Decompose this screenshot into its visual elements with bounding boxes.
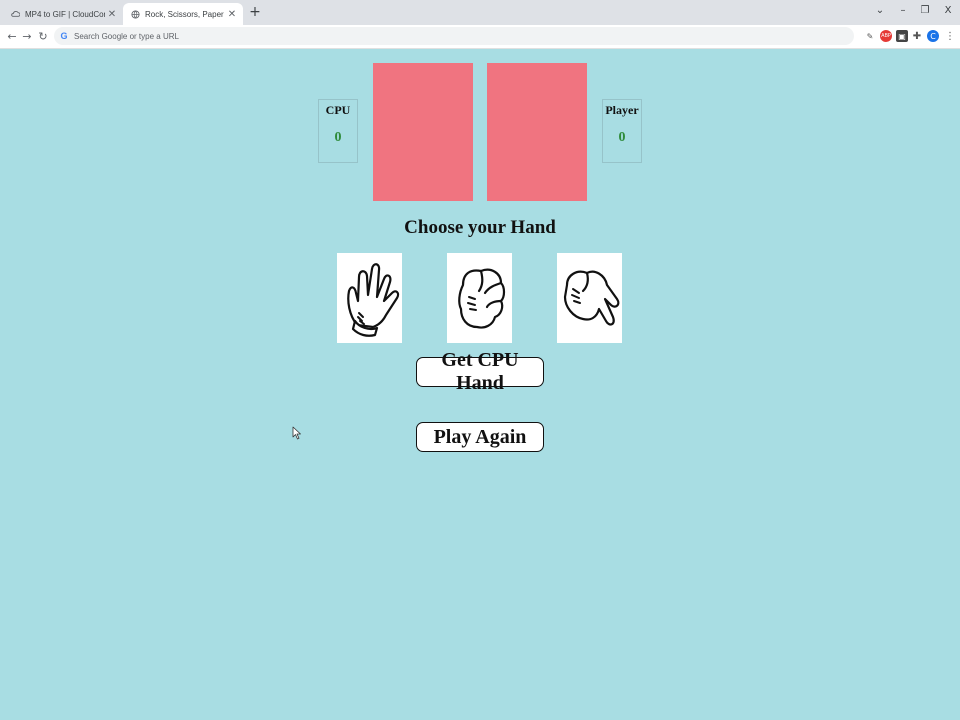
choice-paper[interactable] (337, 253, 402, 343)
puzzle-icon[interactable]: ✚ (911, 30, 923, 42)
open-hand-paper-icon (346, 263, 399, 337)
cpu-score: 0 (334, 130, 342, 145)
address-bar[interactable]: G Search Google or type a URL (54, 27, 854, 45)
pen-icon[interactable]: ✎ (864, 30, 876, 42)
profile-avatar[interactable]: C (927, 30, 939, 42)
tab-title: MP4 to GIF | CloudConvert (25, 9, 105, 19)
play-again-button[interactable]: Play Again (416, 422, 544, 452)
cpu-hand-panel (373, 63, 473, 201)
kebab-menu-icon[interactable]: ⋮ (944, 30, 956, 42)
adblock-badge: ABP (881, 33, 891, 39)
browser-tab-bar: MP4 to GIF | CloudConvert ✕ Rock, Scisso… (0, 0, 960, 25)
close-icon[interactable]: ✕ (105, 7, 119, 21)
tab-title: Rock, Scissors, Paper (145, 9, 224, 19)
minimize-icon[interactable]: – (893, 2, 913, 18)
player-label: Player (605, 103, 639, 117)
globe-icon (131, 9, 140, 19)
close-icon[interactable]: ✕ (225, 7, 239, 21)
address-placeholder: Search Google or type a URL (74, 31, 179, 41)
two-fingers-scissors-icon (563, 270, 619, 326)
choice-rock[interactable] (447, 253, 512, 343)
profile-initial: C (930, 31, 936, 41)
cloud-icon (11, 10, 21, 19)
cpu-label: CPU (325, 103, 351, 117)
window-close-icon[interactable]: X (938, 2, 958, 18)
player-score-box: Player 0 (602, 99, 642, 163)
plus-icon[interactable]: + (247, 4, 263, 20)
back-icon[interactable]: ← (4, 28, 20, 44)
browser-toolbar: ← → ↻ G Search Google or type a URL ✎ AB… (0, 25, 960, 49)
choose-hand-heading: Choose your Hand (404, 217, 556, 238)
player-score: 0 (618, 130, 626, 145)
cpu-score-box: CPU 0 (318, 99, 358, 163)
adblock-icon[interactable]: ABP (880, 30, 892, 42)
google-icon: G (60, 31, 68, 41)
choice-scissors[interactable] (557, 253, 622, 343)
forward-icon[interactable]: → (19, 28, 35, 44)
mouse-cursor-icon (292, 426, 301, 440)
chevron-down-icon[interactable]: ⌄ (870, 2, 890, 18)
fist-rock-icon (457, 268, 505, 329)
extension-icon[interactable]: ▣ (896, 30, 908, 42)
restore-icon[interactable]: ❐ (915, 2, 935, 18)
tab-mp4-to-gif[interactable]: MP4 to GIF | CloudConvert ✕ (3, 3, 123, 25)
get-cpu-hand-button[interactable]: Get CPU Hand (416, 349, 544, 394)
tab-rock-scissors-paper[interactable]: Rock, Scissors, Paper ✕ (123, 3, 243, 25)
reload-icon[interactable]: ↻ (35, 28, 51, 44)
player-hand-panel (487, 63, 587, 201)
